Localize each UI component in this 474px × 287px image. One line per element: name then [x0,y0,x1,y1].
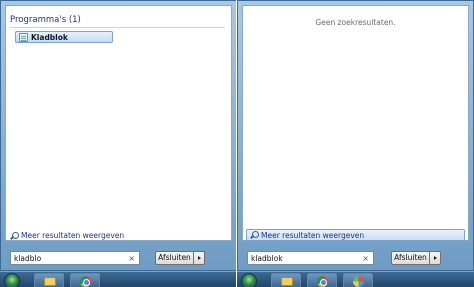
search-icon [250,231,259,239]
search-results-panel: Programma's (1) Kladblok Meer resultaten… [5,5,232,241]
search-input[interactable]: kladblo × [10,251,140,265]
chrome-icon [317,276,328,287]
folder-icon [281,277,293,286]
start-menu-bottom-bar: kladblo × Afsluiten [1,241,236,272]
more-results-label: Meer resultaten weergeven [21,231,125,240]
start-menu-right: Geen zoekresultaten. Meer resultaten wee… [237,0,474,287]
chrome-icon [80,276,91,287]
shutdown-button[interactable]: Afsluiten [155,251,193,265]
arrow-right-icon [434,256,437,260]
start-orb-icon[interactable] [4,273,20,287]
search-input[interactable]: kladblok × [247,251,374,265]
taskbar-chrome-button[interactable] [307,273,337,287]
taskbar [0,271,237,287]
taskbar-chrome-button[interactable] [70,273,100,287]
shutdown-button-group: Afsluiten [391,251,441,265]
result-item-kladblok[interactable]: Kladblok [15,31,113,43]
clear-icon[interactable]: × [128,254,135,263]
shutdown-button[interactable]: Afsluiten [391,251,429,265]
paint-icon [353,276,364,287]
taskbar-paint-button[interactable] [343,273,373,287]
start-menu-frame: Programma's (1) Kladblok Meer resultaten… [0,0,237,271]
shutdown-button-group: Afsluiten [155,251,205,265]
result-label: Kladblok [31,32,68,42]
clear-icon[interactable]: × [362,254,369,263]
taskbar [237,271,474,287]
notepad-icon [19,32,28,42]
shutdown-options-button[interactable] [429,251,441,265]
start-menu-bottom-bar: kladblok × Afsluiten [238,241,473,272]
search-input-value: kladblo [14,253,42,263]
shutdown-options-button[interactable] [193,251,205,265]
search-results-panel: Geen zoekresultaten. Meer resultaten wee… [242,5,469,241]
more-results-label: Meer resultaten weergeven [261,230,365,240]
taskbar-explorer-button[interactable] [34,273,64,287]
start-menu-left: Programma's (1) Kladblok Meer resultaten… [0,0,237,287]
more-results-link[interactable]: Meer resultaten weergeven [10,231,124,240]
programs-group-header[interactable]: Programma's (1) [10,14,225,26]
arrow-right-icon [198,256,201,260]
folder-icon [44,277,56,286]
search-icon [10,231,19,240]
more-results-link[interactable]: Meer resultaten weergeven [246,229,465,241]
taskbar-explorer-button[interactable] [271,273,301,287]
no-results-message: Geen zoekresultaten. [315,18,396,27]
start-menu-frame: Geen zoekresultaten. Meer resultaten wee… [237,0,474,271]
group-divider [10,27,225,28]
search-input-value: kladblok [251,253,283,263]
start-orb-icon[interactable] [241,273,257,287]
